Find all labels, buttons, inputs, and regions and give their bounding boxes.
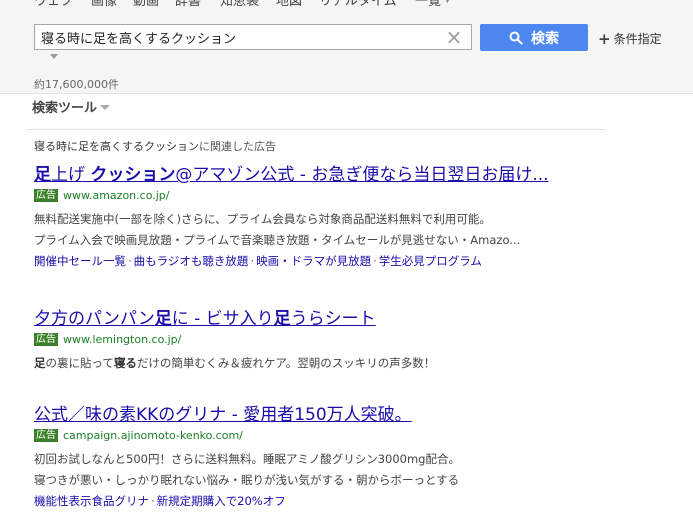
ad-badge: 広告 <box>34 333 58 346</box>
ad-title-link[interactable]: 夕方のパンパン足に - ビサ入り足うらシート <box>34 308 594 330</box>
ad-desc-line: プライム入会で映画見放題・プライムで音楽聴き放題・タイムセールが見逃せない・Am… <box>34 233 521 247</box>
title-part: に - ビサ入り <box>171 309 274 329</box>
ad-desc-line: 寝つきが悪い・しっかり眠れない悩み・眠りが浅い気がする・朝からボーっとする <box>34 473 460 487</box>
ad-heading-query: 寝る時に足を高くするクッション <box>34 140 199 153</box>
ad-title-link[interactable]: 公式／味の素KKのグリナ - 愛用者150万人突破。 <box>34 404 594 426</box>
ad-badge: 広告 <box>34 429 58 442</box>
sitelink[interactable]: 学生必見プログラム <box>379 254 482 268</box>
ad-description: 無料配送実施中(一部を除く)さらに、プライム会員なら対象商品配送料無料で利用可能… <box>34 209 654 251</box>
sitelink[interactable]: 新規定期購入で20%オフ <box>157 494 286 508</box>
search-input[interactable] <box>35 25 435 49</box>
tab-more-label: 一覧 <box>415 0 442 9</box>
chevron-down-icon: ▼ <box>444 0 451 5</box>
search-button[interactable]: 検索 <box>480 24 588 51</box>
conditions-button[interactable]: + 条件指定 <box>598 30 662 47</box>
tab-more[interactable]: 一覧 ▼ <box>415 0 451 9</box>
ad-badge: 広告 <box>34 189 58 202</box>
ad-description: 足の裏に貼って寝るだけの簡単むくみ＆疲れケア。翌朝のスッキリの声多数！ <box>34 353 654 374</box>
title-part: 公式／味の素KKのグリナ - 愛用者150万人突破。 <box>34 405 412 425</box>
chevron-down-icon <box>100 105 111 110</box>
sitelink[interactable]: 曲もラジオも聴き放題 <box>134 254 249 268</box>
tab-videos[interactable]: 動画 <box>133 0 159 9</box>
result-count: 約17,600,000件 <box>34 78 119 91</box>
title-part: 足 <box>273 309 291 329</box>
title-part: 上げ <box>51 165 91 185</box>
search-tools-label: 検索ツール <box>32 101 98 116</box>
conditions-label: 条件指定 <box>613 32 662 46</box>
tab-maps[interactable]: 地図 <box>276 0 302 9</box>
search-icon <box>509 31 523 45</box>
title-part: 足 <box>34 165 51 185</box>
ad-url: www.lemington.co.jp/ <box>63 333 182 346</box>
search-box: × <box>34 24 472 50</box>
sitelink[interactable]: 映画・ドラマが見放題 <box>256 254 371 268</box>
ad-url: www.amazon.co.jp/ <box>63 189 170 202</box>
search-button-label: 検索 <box>531 29 559 46</box>
ad-result: 足上げ クッション@アマゾン公式 - お急ぎ便なら当日翌日お届け... 広告 w… <box>34 164 654 271</box>
ad-desc-line: 初回お試しなんと500円！さらに送料無料。睡眠アミノ酸グリシン3000mg配合。 <box>34 452 460 466</box>
ad-heading-suffix: に関連した広告 <box>199 140 276 153</box>
title-part: うらシート <box>290 309 376 329</box>
tab-chiebukuro[interactable]: 知恵袋 <box>220 0 259 9</box>
tab-realtime[interactable]: リアルタイム <box>319 0 397 9</box>
desc-part: 足 <box>34 356 46 370</box>
ad-title-link[interactable]: 足上げ クッション@アマゾン公式 - お急ぎ便なら当日翌日お届け... <box>34 164 594 186</box>
suggest-caret-icon[interactable] <box>50 54 58 59</box>
ad-result: 夕方のパンパン足に - ビサ入り足うらシート 広告 www.lemington.… <box>34 308 654 374</box>
search-tools-button[interactable]: 検索ツール <box>32 97 111 116</box>
desc-part: の裏に貼って <box>45 356 114 370</box>
sitelink[interactable]: 開催中セール一覧 <box>34 254 126 268</box>
title-part: @アマゾン公式 - お急ぎ便なら当日翌日お届け... <box>175 165 549 185</box>
title-part: 足 <box>154 309 172 329</box>
ad-sitelinks: 機能性表示食品グリナ · 新規定期購入で20%オフ <box>34 494 286 508</box>
ad-desc-line: 無料配送実施中(一部を除く)さらに、プライム会員なら対象商品配送料無料で利用可能… <box>34 212 491 226</box>
tab-dictionary[interactable]: 辞書 <box>175 0 201 9</box>
ad-url: campaign.ajinomoto-kenko.com/ <box>63 429 243 442</box>
tab-web[interactable]: ウェブ <box>34 0 73 9</box>
plus-icon: + <box>598 29 611 48</box>
sitelink[interactable]: 機能性表示食品グリナ <box>34 494 149 508</box>
ad-result: 公式／味の素KKのグリナ - 愛用者150万人突破。 広告 campaign.a… <box>34 404 654 511</box>
desc-part: 寝る <box>113 356 137 370</box>
title-part: クッション <box>90 165 176 185</box>
tab-images[interactable]: 画像 <box>91 0 117 9</box>
clear-icon[interactable]: × <box>445 27 463 47</box>
title-part: 夕方のパンパン <box>34 309 155 329</box>
ad-heading: 寝る時に足を高くするクッションに関連した広告 <box>26 129 606 154</box>
search-header: ウェブ 画像 動画 辞書 知恵袋 地図 リアルタイム 一覧 ▼ × 検索 + 条… <box>0 0 693 94</box>
ad-sitelinks: 開催中セール一覧 · 曲もラジオも聴き放題 · 映画・ドラマが見放題 · 学生必見プログラム <box>34 254 482 268</box>
desc-part: だけの簡単むくみ＆疲れケア。翌朝のスッキリの声多数！ <box>136 356 436 370</box>
ad-description: 初回お試しなんと500円！さらに送料無料。睡眠アミノ酸グリシン3000mg配合。… <box>34 449 654 491</box>
